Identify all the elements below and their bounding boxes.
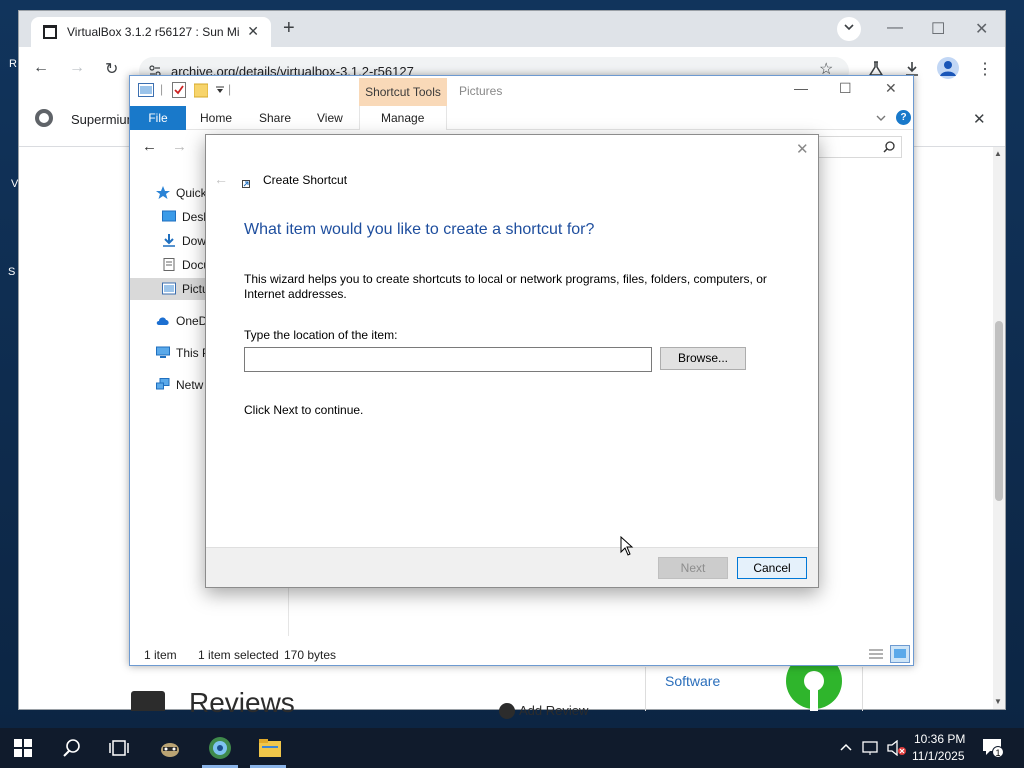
status-size: 170 bytes <box>284 648 337 662</box>
app-raccoon-icon[interactable] <box>158 736 182 760</box>
shortcut-tools-tab[interactable]: Shortcut Tools <box>359 78 447 106</box>
status-item-count: 1 item <box>144 648 177 662</box>
explorer-titlebar: | | Shortcut Tools Pictures — ☐ ✕ <box>130 76 913 106</box>
close-icon[interactable]: ✕ <box>975 19 988 39</box>
cloud-icon <box>156 317 169 325</box>
wizard-back-icon[interactable]: ← <box>214 171 228 187</box>
volume-muted-icon[interactable] <box>886 740 906 756</box>
info-bar-close-icon[interactable]: ✕ <box>973 110 986 128</box>
back-icon[interactable]: ← <box>142 138 157 155</box>
continue-text: Click Next to continue. <box>244 403 364 417</box>
location-input[interactable] <box>244 347 652 372</box>
minimize-icon[interactable]: — <box>887 19 903 37</box>
star-icon <box>156 186 170 199</box>
large-icons-view-icon[interactable] <box>890 645 910 663</box>
tab-title: VirtualBox 3.1.2 r56127 : Sun Mi <box>67 25 240 39</box>
maximize-icon[interactable]: ☐ <box>839 80 852 97</box>
menu-kebab-icon[interactable]: ⋮ <box>977 59 993 79</box>
software-link[interactable]: Software <box>665 673 720 689</box>
tab-share[interactable]: Share <box>259 111 291 125</box>
start-windows-icon[interactable] <box>14 739 32 757</box>
pane-divider <box>288 586 289 636</box>
quick-access-dropdown-icon[interactable] <box>216 86 224 94</box>
cancel-button[interactable]: Cancel <box>737 557 807 579</box>
clock-time[interactable]: 10:36 PM <box>914 732 965 746</box>
picture-window-icon <box>138 83 154 97</box>
tab-manage[interactable]: Manage <box>381 111 424 125</box>
supermium-browser-icon[interactable] <box>208 736 232 760</box>
window-title: Pictures <box>459 84 503 98</box>
chevron-down-icon <box>844 24 854 31</box>
taskbar: 10:36 PM 11/1/2025 1 <box>0 728 1024 768</box>
tab-strip: VirtualBox 3.1.2 r56127 : Sun Mi ✕ + — ☐… <box>19 11 1005 47</box>
archive-favicon-icon <box>43 25 57 39</box>
document-icon <box>163 258 175 271</box>
search-icon[interactable] <box>62 738 82 758</box>
reviews-heading: Reviews <box>189 687 295 718</box>
task-view-icon[interactable] <box>108 738 130 758</box>
reload-icon[interactable]: ↻ <box>105 59 118 79</box>
add-review-icon[interactable] <box>499 703 515 719</box>
profile-avatar-icon[interactable] <box>937 57 959 79</box>
info-bar-text: Supermium <box>71 112 138 127</box>
desktop-icon <box>162 210 176 222</box>
file-explorer-icon[interactable] <box>258 736 282 760</box>
show-hidden-icons-icon[interactable] <box>840 742 852 752</box>
dialog-title: Create Shortcut <box>263 173 348 187</box>
page-scrollbar-thumb[interactable] <box>995 321 1003 501</box>
details-view-icon[interactable] <box>868 647 884 661</box>
help-icon[interactable]: ? <box>896 110 911 125</box>
ribbon-tabs: File Home Share View Manage ? <box>130 106 913 130</box>
properties-icon[interactable] <box>172 82 186 98</box>
tab-close-icon[interactable]: ✕ <box>247 23 259 40</box>
network-status-icon[interactable] <box>862 740 880 756</box>
new-folder-icon[interactable] <box>194 82 208 98</box>
tab-search-button[interactable] <box>837 17 861 41</box>
network-icon <box>156 378 170 390</box>
computer-icon <box>156 346 170 358</box>
status-selected: 1 item selected <box>198 648 279 662</box>
tab-view[interactable]: View <box>317 111 343 125</box>
back-icon[interactable]: ← <box>33 59 49 77</box>
forward-icon[interactable]: → <box>172 138 187 155</box>
desktop-icon-fragment[interactable]: R <box>9 58 17 70</box>
add-review-link[interactable]: Add Review <box>519 703 588 718</box>
scroll-up-icon[interactable]: ▲ <box>994 149 1002 158</box>
supermium-logo-icon <box>35 109 53 127</box>
reviews-icon <box>131 691 165 711</box>
search-icon <box>883 141 895 153</box>
dialog-close-icon[interactable]: ✕ <box>796 140 809 158</box>
mouse-cursor-icon <box>620 536 634 556</box>
wizard-description: This wizard helps you to create shortcut… <box>244 272 767 301</box>
desktop-icon-fragment[interactable]: S <box>8 266 15 278</box>
search-box[interactable] <box>818 136 902 158</box>
dialog-footer: Next Cancel <box>206 547 818 587</box>
maximize-icon[interactable]: ☐ <box>931 19 945 39</box>
browser-tab[interactable]: VirtualBox 3.1.2 r56127 : Sun Mi ✕ <box>31 17 271 47</box>
create-shortcut-dialog: ✕ ← Create Shortcut What item would you … <box>205 134 819 588</box>
download-icon <box>163 234 175 247</box>
next-button[interactable]: Next <box>658 557 728 579</box>
status-bar: 1 item 1 item selected 170 bytes <box>130 644 913 666</box>
wizard-heading: What item would you like to create a sho… <box>244 221 595 238</box>
location-label: Type the location of the item: <box>244 328 398 342</box>
tab-home[interactable]: Home <box>200 111 232 125</box>
browse-button[interactable]: Browse... <box>660 347 746 370</box>
notification-count-badge: 1 <box>992 746 1004 758</box>
forward-icon[interactable]: → <box>69 59 85 77</box>
ribbon-expand-icon[interactable] <box>876 114 886 122</box>
pictures-icon <box>162 282 176 295</box>
minimize-icon[interactable]: — <box>794 80 808 96</box>
tab-file[interactable]: File <box>130 106 186 130</box>
notifications-button[interactable]: 1 <box>982 738 1004 758</box>
new-tab-button[interactable]: + <box>283 17 295 40</box>
close-icon[interactable]: ✕ <box>885 80 897 97</box>
scroll-down-icon[interactable]: ▼ <box>994 697 1002 706</box>
clock-date[interactable]: 11/1/2025 <box>912 749 965 763</box>
shortcut-icon <box>242 180 250 188</box>
